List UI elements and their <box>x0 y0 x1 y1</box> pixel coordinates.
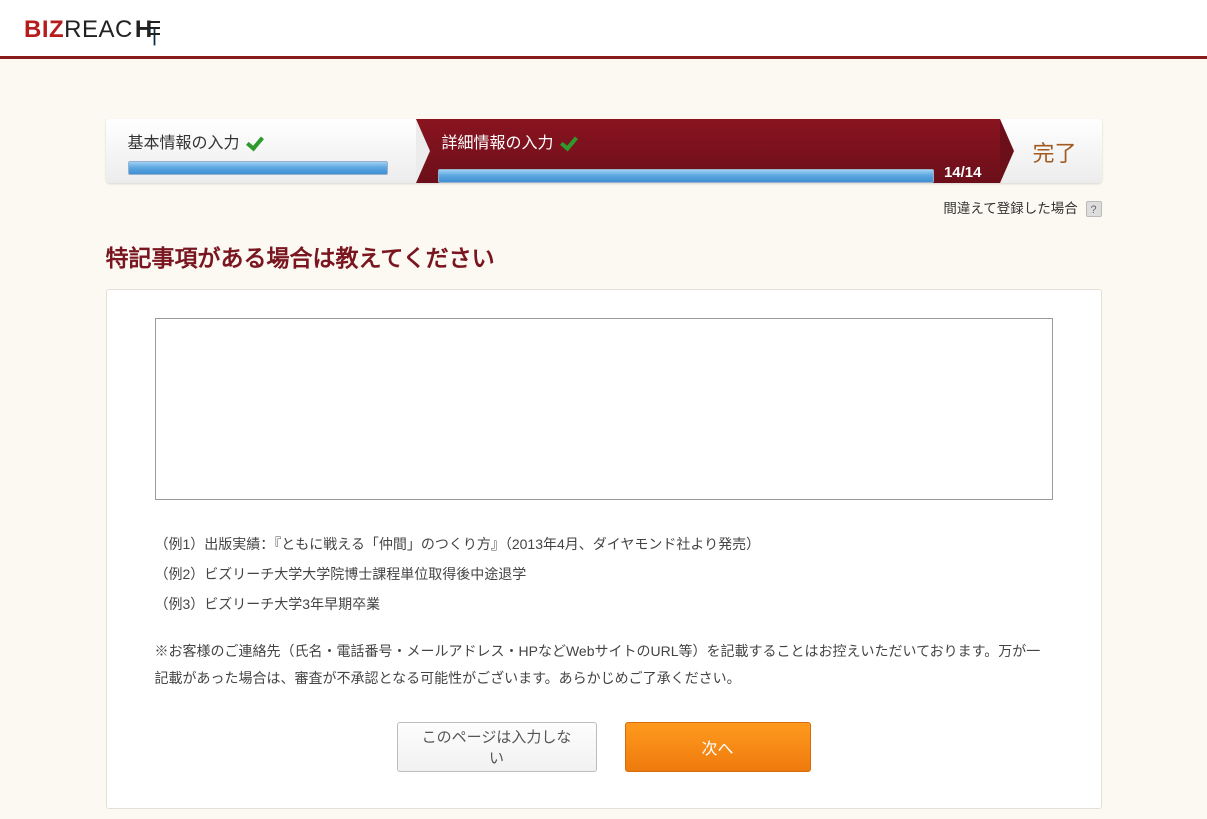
example-3: （例3）ビズリーチ大学3年早期卒業 <box>155 593 1053 617</box>
help-icon[interactable]: ? <box>1086 201 1102 217</box>
form-panel: （例1）出版実績：『ともに戦える「仲間」のつくり方』（2013年4月、ダイヤモン… <box>106 289 1102 809</box>
skip-button[interactable]: このページは入力しない <box>397 722 597 772</box>
check-icon <box>560 134 578 148</box>
step-basic-info: 基本情報の入力 <box>106 119 416 183</box>
check-icon <box>246 134 264 148</box>
help-link[interactable]: 間違えて登録した場合 <box>943 201 1077 216</box>
brand-part1: BIZ <box>24 16 64 44</box>
progress-steps: 基本情報の入力 詳細情報の入力 14/14 完了 <box>106 119 1102 183</box>
step2-label: 詳細情報の入力 <box>442 129 554 153</box>
notes-textarea[interactable] <box>155 318 1053 500</box>
brand-h-icon <box>135 16 153 44</box>
step1-progress-bar <box>128 161 388 175</box>
examples-block: （例1）出版実績：『ともに戦える「仲間」のつくり方』（2013年4月、ダイヤモン… <box>155 533 1053 616</box>
page-title: 特記事項がある場合は教えてください <box>106 239 1102 273</box>
step1-label: 基本情報の入力 <box>128 129 240 153</box>
app-header: BIZREAC <box>0 0 1207 59</box>
example-2: （例2）ビズリーチ大学大学院博士課程単位取得後中途退学 <box>155 563 1053 587</box>
brand-part2: REAC <box>64 16 133 44</box>
example-1: （例1）出版実績：『ともに戦える「仲間」のつくり方』（2013年4月、ダイヤモン… <box>155 533 1053 557</box>
step3-label: 完了 <box>1032 136 1076 168</box>
disclaimer-note: ※お客様のご連絡先（氏名・電話番号・メールアドレス・HPなどWebサイトのURL… <box>155 638 1053 691</box>
step2-counter: 14/14 <box>944 164 982 181</box>
step2-progress-bar <box>438 169 934 183</box>
button-row: このページは入力しない 次へ <box>155 722 1053 772</box>
brand-logo: BIZREAC <box>24 16 153 44</box>
help-row: 間違えて登録した場合 ? <box>106 197 1102 217</box>
step-detail-info: 詳細情報の入力 14/14 <box>416 119 1000 183</box>
step-complete: 完了 <box>1000 119 1102 183</box>
next-button[interactable]: 次へ <box>625 722 811 772</box>
